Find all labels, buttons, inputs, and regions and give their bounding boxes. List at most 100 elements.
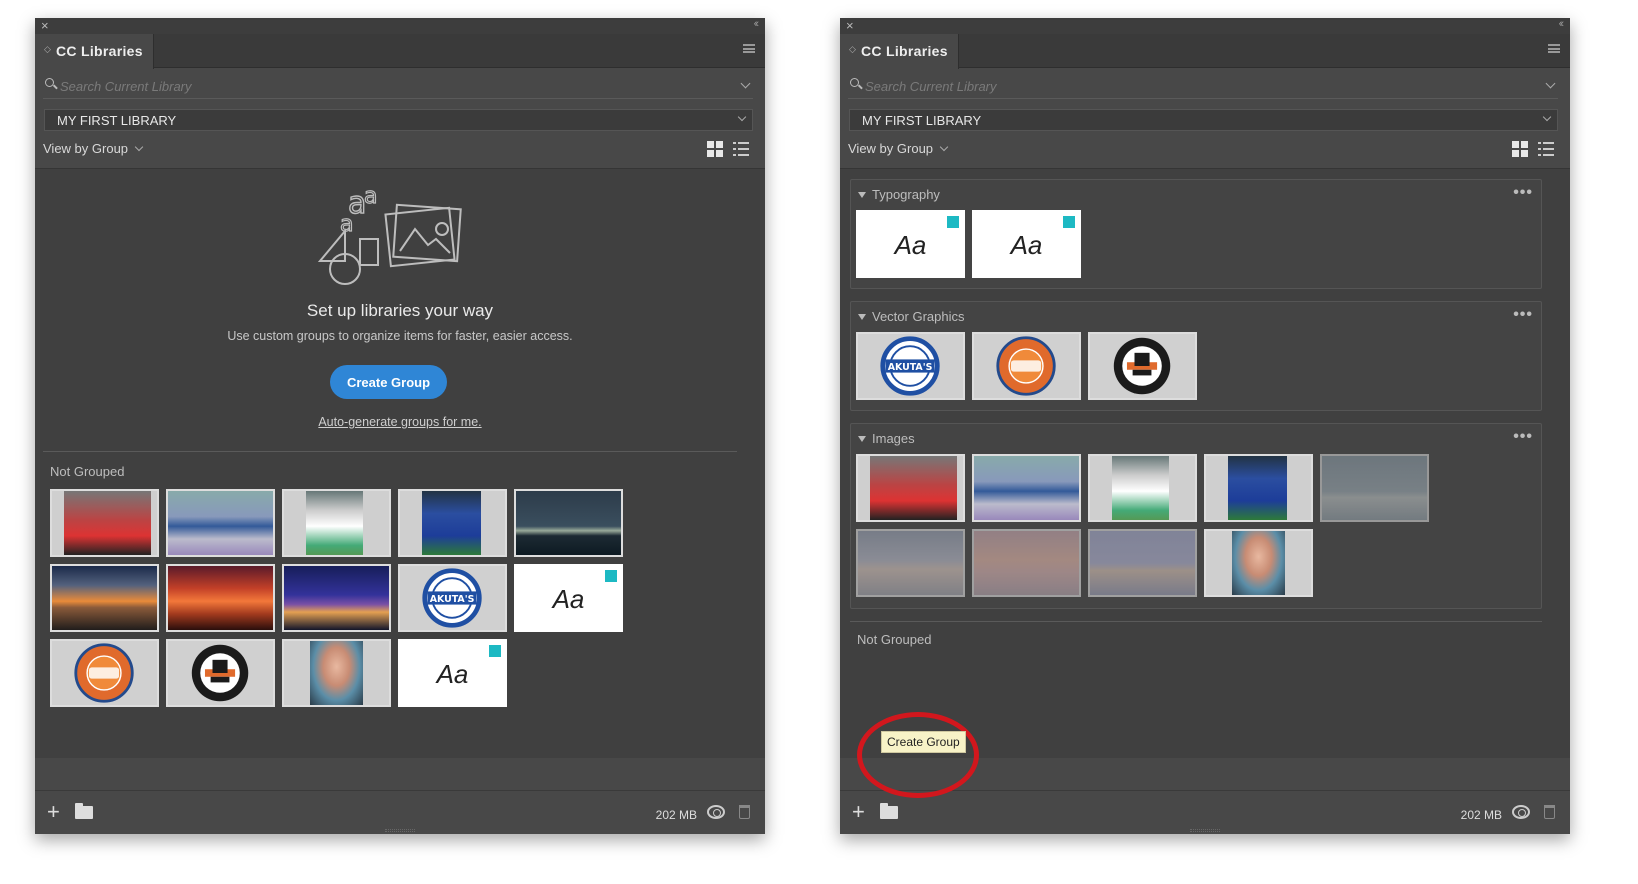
resize-grip[interactable] <box>1190 829 1220 832</box>
collapse-icon[interactable]: ‹‹ <box>1559 18 1565 30</box>
panel-menu-icon[interactable] <box>1548 44 1560 53</box>
tab-label: CC Libraries <box>56 43 143 59</box>
create-group-button[interactable]: Create Group <box>330 365 447 399</box>
more-options-icon[interactable]: ••• <box>1513 306 1533 324</box>
image-thumbnail[interactable] <box>50 564 159 632</box>
library-select[interactable]: MY FIRST LIBRARY <box>849 109 1558 131</box>
font-badge-icon <box>489 645 501 657</box>
libraries-illustration: a a a <box>317 183 462 285</box>
vector-graphic-thumbnail[interactable] <box>166 639 275 707</box>
image-thumbnail[interactable] <box>1204 529 1313 597</box>
image-thumbnail[interactable] <box>1320 454 1429 522</box>
svg-text:AKUTA'S: AKUTA'S <box>888 362 933 373</box>
panel-menu-icon[interactable] <box>743 44 755 53</box>
font-badge-icon <box>947 216 959 228</box>
panel-footer: + 202 MB <box>840 790 1570 834</box>
image-thumbnail[interactable] <box>972 454 1081 522</box>
image-thumbnail[interactable] <box>282 639 391 707</box>
grid-view-icon[interactable] <box>707 141 723 157</box>
image-thumbnail[interactable] <box>856 454 965 522</box>
list-view-icon[interactable] <box>733 141 749 157</box>
create-group-folder-icon[interactable] <box>880 803 898 819</box>
akuta-logo: AKUTA'S <box>422 568 482 628</box>
list-view-icon[interactable] <box>1538 141 1554 157</box>
image-thumbnail[interactable] <box>972 529 1081 597</box>
panel-titlebar: × ‹‹ <box>840 18 1570 34</box>
group-typography: Typography ••• Aa Aa <box>850 179 1542 289</box>
image-thumbnail[interactable] <box>1204 454 1313 522</box>
folder-icon[interactable] <box>75 803 93 819</box>
font-sample: Aa <box>894 230 927 260</box>
podcast-logo <box>996 336 1056 396</box>
image-thumbnail[interactable] <box>1088 529 1197 597</box>
divider <box>43 451 737 452</box>
trash-icon[interactable] <box>1544 805 1555 819</box>
tab-cc-libraries[interactable]: ◇ CC Libraries <box>35 34 154 69</box>
tab-label: CC Libraries <box>861 43 948 59</box>
image-thumbnail[interactable] <box>282 489 391 557</box>
inspired-logo <box>191 644 249 702</box>
cc-libraries-panel-right: × ‹‹ ◇ CC Libraries MY FIRST LIBRARY Vie… <box>840 18 1570 834</box>
collapse-icon[interactable]: ‹‹ <box>754 18 760 30</box>
vector-graphic-thumbnail[interactable]: AKUTA'S <box>398 564 507 632</box>
image-thumbnail[interactable] <box>282 564 391 632</box>
akuta-logo: AKUTA'S <box>880 336 940 396</box>
font-thumbnail[interactable]: Aa <box>398 639 507 707</box>
more-options-icon[interactable]: ••• <box>1513 184 1533 202</box>
panel-titlebar: × ‹‹ <box>35 18 765 34</box>
image-thumbnail[interactable] <box>514 489 623 557</box>
search-input[interactable] <box>60 75 628 97</box>
font-thumbnail[interactable]: Aa <box>972 210 1081 278</box>
svg-text:AKUTA'S: AKUTA'S <box>430 594 475 605</box>
close-icon[interactable]: × <box>846 19 854 32</box>
vector-graphic-thumbnail[interactable] <box>972 332 1081 400</box>
font-sample: Aa <box>1010 230 1043 260</box>
image-thumbnail[interactable] <box>166 489 275 557</box>
view-by-dropdown[interactable]: View by Group <box>43 141 144 156</box>
panel-footer: + 202 MB <box>35 790 765 834</box>
view-by-dropdown[interactable]: View by Group <box>848 141 949 156</box>
cc-libraries-panel-left: × ‹‹ ◇ CC Libraries MY FIRST LIBRARY Vie… <box>35 18 765 834</box>
trash-icon[interactable] <box>739 805 750 819</box>
search-input[interactable] <box>865 75 1433 97</box>
search-dropdown-icon[interactable] <box>740 78 751 89</box>
font-thumbnail[interactable]: Aa <box>514 564 623 632</box>
svg-text:a: a <box>340 212 353 237</box>
font-badge-icon <box>605 570 617 582</box>
tab-cc-libraries[interactable]: ◇ CC Libraries <box>840 34 959 69</box>
close-icon[interactable]: × <box>41 19 49 32</box>
group-title[interactable]: Typography <box>858 187 940 202</box>
vector-graphic-thumbnail[interactable] <box>1088 332 1197 400</box>
vector-graphic-thumbnail[interactable] <box>50 639 159 707</box>
add-icon[interactable]: + <box>852 801 865 823</box>
not-grouped-label: Not Grouped <box>50 464 125 479</box>
chevron-down-icon <box>134 142 144 152</box>
tab-grip-icon: ◇ <box>849 44 856 54</box>
creative-cloud-sync-icon[interactable] <box>707 805 725 819</box>
group-title[interactable]: Images <box>858 431 915 446</box>
image-thumbnail[interactable] <box>398 489 507 557</box>
more-options-icon[interactable]: ••• <box>1513 428 1533 446</box>
grid-view-icon[interactable] <box>1512 141 1528 157</box>
search-dropdown-icon[interactable] <box>1545 78 1556 89</box>
auto-generate-groups-link[interactable]: Auto-generate groups for me. <box>35 415 765 429</box>
font-thumbnail[interactable]: Aa <box>856 210 965 278</box>
add-icon[interactable]: + <box>47 801 60 823</box>
font-badge-icon <box>1063 216 1075 228</box>
image-thumbnail[interactable] <box>50 489 159 557</box>
not-grouped-label: Not Grouped <box>857 632 932 647</box>
chevron-down-icon <box>1542 112 1552 122</box>
font-sample: Aa <box>436 659 469 689</box>
image-thumbnail[interactable] <box>1088 454 1197 522</box>
image-thumbnail[interactable] <box>856 529 965 597</box>
storage-size: 202 MB <box>655 808 697 822</box>
image-thumbnail[interactable] <box>166 564 275 632</box>
svg-text:a: a <box>364 184 377 209</box>
creative-cloud-sync-icon[interactable] <box>1512 805 1530 819</box>
resize-grip[interactable] <box>385 829 415 832</box>
group-title[interactable]: Vector Graphics <box>858 309 965 324</box>
library-select[interactable]: MY FIRST LIBRARY <box>44 109 753 131</box>
storage-size: 202 MB <box>1460 808 1502 822</box>
vector-graphic-thumbnail[interactable]: AKUTA'S <box>856 332 965 400</box>
library-content: a a a Set up libraries your way Use cust… <box>35 168 765 758</box>
